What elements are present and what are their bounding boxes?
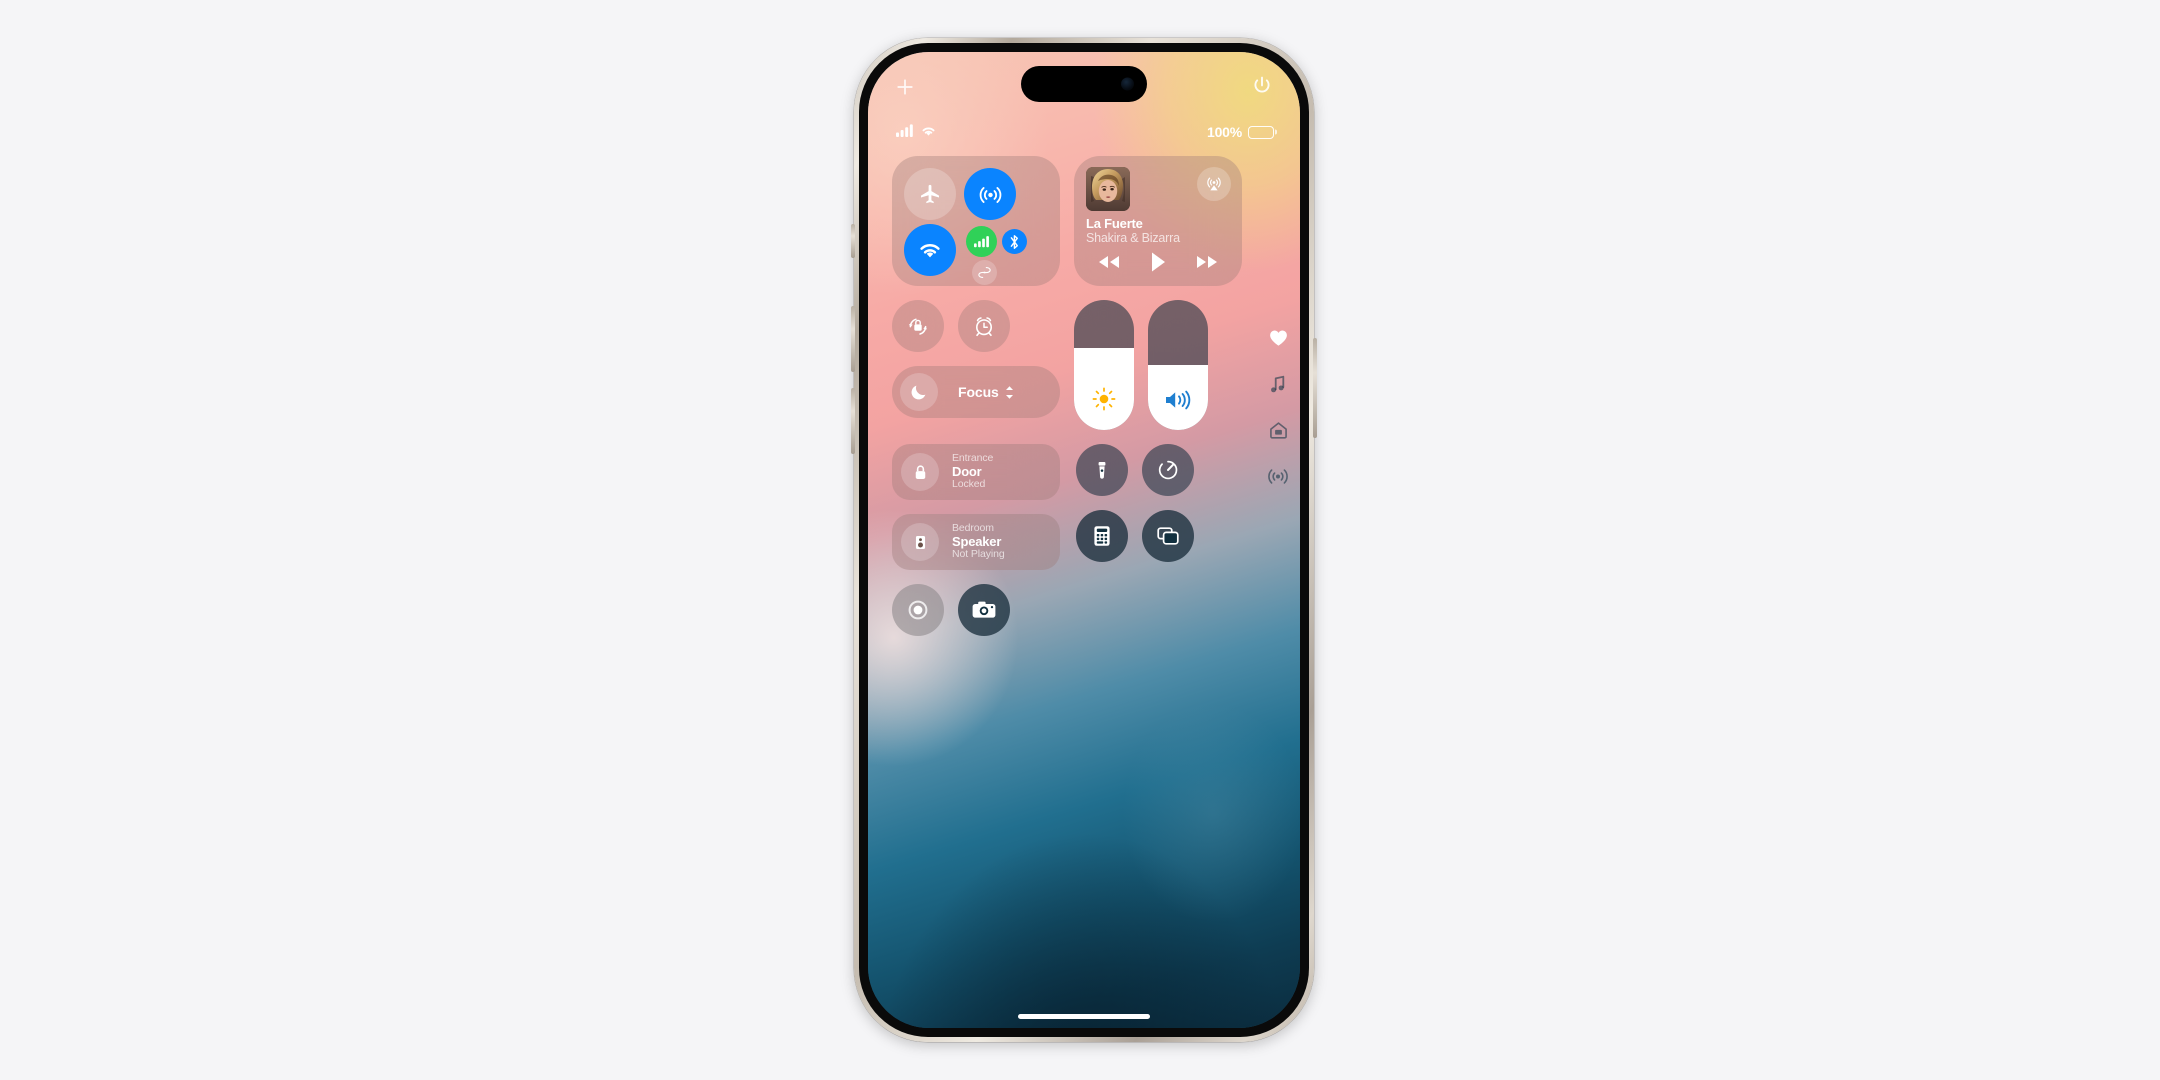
phone-screen: 100% La Fuerte Shakira & Bizarra Focus E…: [868, 52, 1300, 1028]
accessory-state: Not Playing: [952, 548, 1005, 561]
connectivity-module[interactable]: [892, 156, 1060, 286]
sliders-group: [1074, 300, 1242, 430]
speaker-wave-icon: [1148, 388, 1208, 412]
cc-row-bottom: [892, 584, 1242, 636]
status-bar-left: [896, 124, 937, 137]
control-center-page-rail: [1268, 328, 1288, 486]
home-accessory-speaker[interactable]: Bedroom Speaker Not Playing: [892, 514, 1060, 570]
screen-mirroring-button[interactable]: [1142, 510, 1194, 562]
add-control-button[interactable]: [894, 76, 916, 98]
rail-item-media[interactable]: [1268, 374, 1288, 394]
lock-icon: [901, 453, 939, 491]
power-icon[interactable]: [1250, 74, 1274, 98]
playback-controls: [1086, 251, 1230, 273]
speaker-icon: [901, 523, 939, 561]
accessory-text-speaker: Bedroom Speaker Not Playing: [952, 521, 1005, 561]
status-bar: 100%: [868, 124, 1300, 146]
accessory-name: Speaker: [952, 533, 1002, 549]
cc-row-top: La Fuerte Shakira & Bizarra: [892, 156, 1242, 286]
cc-row-accessories: Entrance Door Locked Bedroom Speaker Not…: [892, 444, 1242, 570]
moon-icon: [900, 373, 938, 411]
status-bar-right: 100%: [1207, 124, 1274, 140]
accessory-state: Locked: [952, 478, 986, 491]
focus-button[interactable]: Focus: [892, 366, 1060, 418]
front-camera-icon: [1121, 77, 1134, 91]
home-indicator[interactable]: [1018, 1014, 1150, 1019]
now-playing-artist: Shakira & Bizarra: [1086, 231, 1180, 245]
flashlight-button[interactable]: [1076, 444, 1128, 496]
volume-slider[interactable]: [1148, 300, 1208, 430]
screen-record-button[interactable]: [892, 584, 944, 636]
album-artwork: [1086, 167, 1130, 211]
rail-item-home[interactable]: [1268, 420, 1288, 440]
airplay-audio-icon[interactable]: [1197, 167, 1231, 201]
now-playing-module[interactable]: La Fuerte Shakira & Bizarra: [1074, 156, 1242, 286]
accessory-text-door: Entrance Door Locked: [952, 451, 994, 491]
accessory-room: Entrance: [952, 451, 994, 464]
cellular-data-toggle[interactable]: [966, 226, 997, 257]
iphone-device-frame: 100% La Fuerte Shakira & Bizarra Focus E…: [851, 38, 1317, 1042]
volume-down-button[interactable]: [851, 388, 855, 454]
sun-icon: [1074, 386, 1134, 412]
home-accessory-door[interactable]: Entrance Door Locked: [892, 444, 1060, 500]
airplane-mode-toggle[interactable]: [904, 168, 956, 220]
accessory-name: Door: [952, 463, 982, 479]
cc-row-middle: Focus: [892, 300, 1242, 430]
chevron-up-down-icon[interactable]: [1004, 385, 1015, 400]
side-power-button[interactable]: [1313, 338, 1317, 438]
phone-bezel: 100% La Fuerte Shakira & Bizarra Focus E…: [859, 43, 1309, 1037]
focus-label: Focus: [958, 384, 999, 400]
wifi-toggle[interactable]: [904, 224, 956, 276]
dynamic-island: [1021, 66, 1147, 102]
rail-item-connectivity[interactable]: [1268, 466, 1288, 486]
alarm-clock-toggle[interactable]: [958, 300, 1010, 352]
timer-button[interactable]: [1142, 444, 1194, 496]
fast-forward-icon[interactable]: [1194, 254, 1220, 270]
calculator-button[interactable]: [1076, 510, 1128, 562]
rail-item-favorites[interactable]: [1268, 328, 1288, 348]
battery-percent-label: 100%: [1206, 124, 1242, 140]
wifi-icon: [920, 124, 937, 137]
play-icon[interactable]: [1149, 251, 1167, 273]
volume-up-button[interactable]: [851, 306, 855, 372]
cellular-bars-icon: [896, 124, 914, 137]
screenshot-stage: 100% La Fuerte Shakira & Bizarra Focus E…: [0, 0, 2160, 1080]
battery-full-icon: [1248, 125, 1274, 139]
rotation-lock-toggle[interactable]: [892, 300, 944, 352]
now-playing-title: La Fuerte: [1086, 216, 1143, 231]
control-center: La Fuerte Shakira & Bizarra Focus Entran…: [892, 156, 1242, 650]
brightness-slider[interactable]: [1074, 300, 1134, 430]
personal-hotspot-toggle[interactable]: [972, 260, 997, 285]
accessory-room: Bedroom: [952, 521, 994, 534]
bluetooth-toggle[interactable]: [1002, 229, 1027, 254]
rewind-icon[interactable]: [1096, 254, 1122, 270]
silence-switch[interactable]: [851, 224, 855, 258]
camera-button[interactable]: [958, 584, 1010, 636]
airdrop-toggle[interactable]: [964, 168, 1016, 220]
